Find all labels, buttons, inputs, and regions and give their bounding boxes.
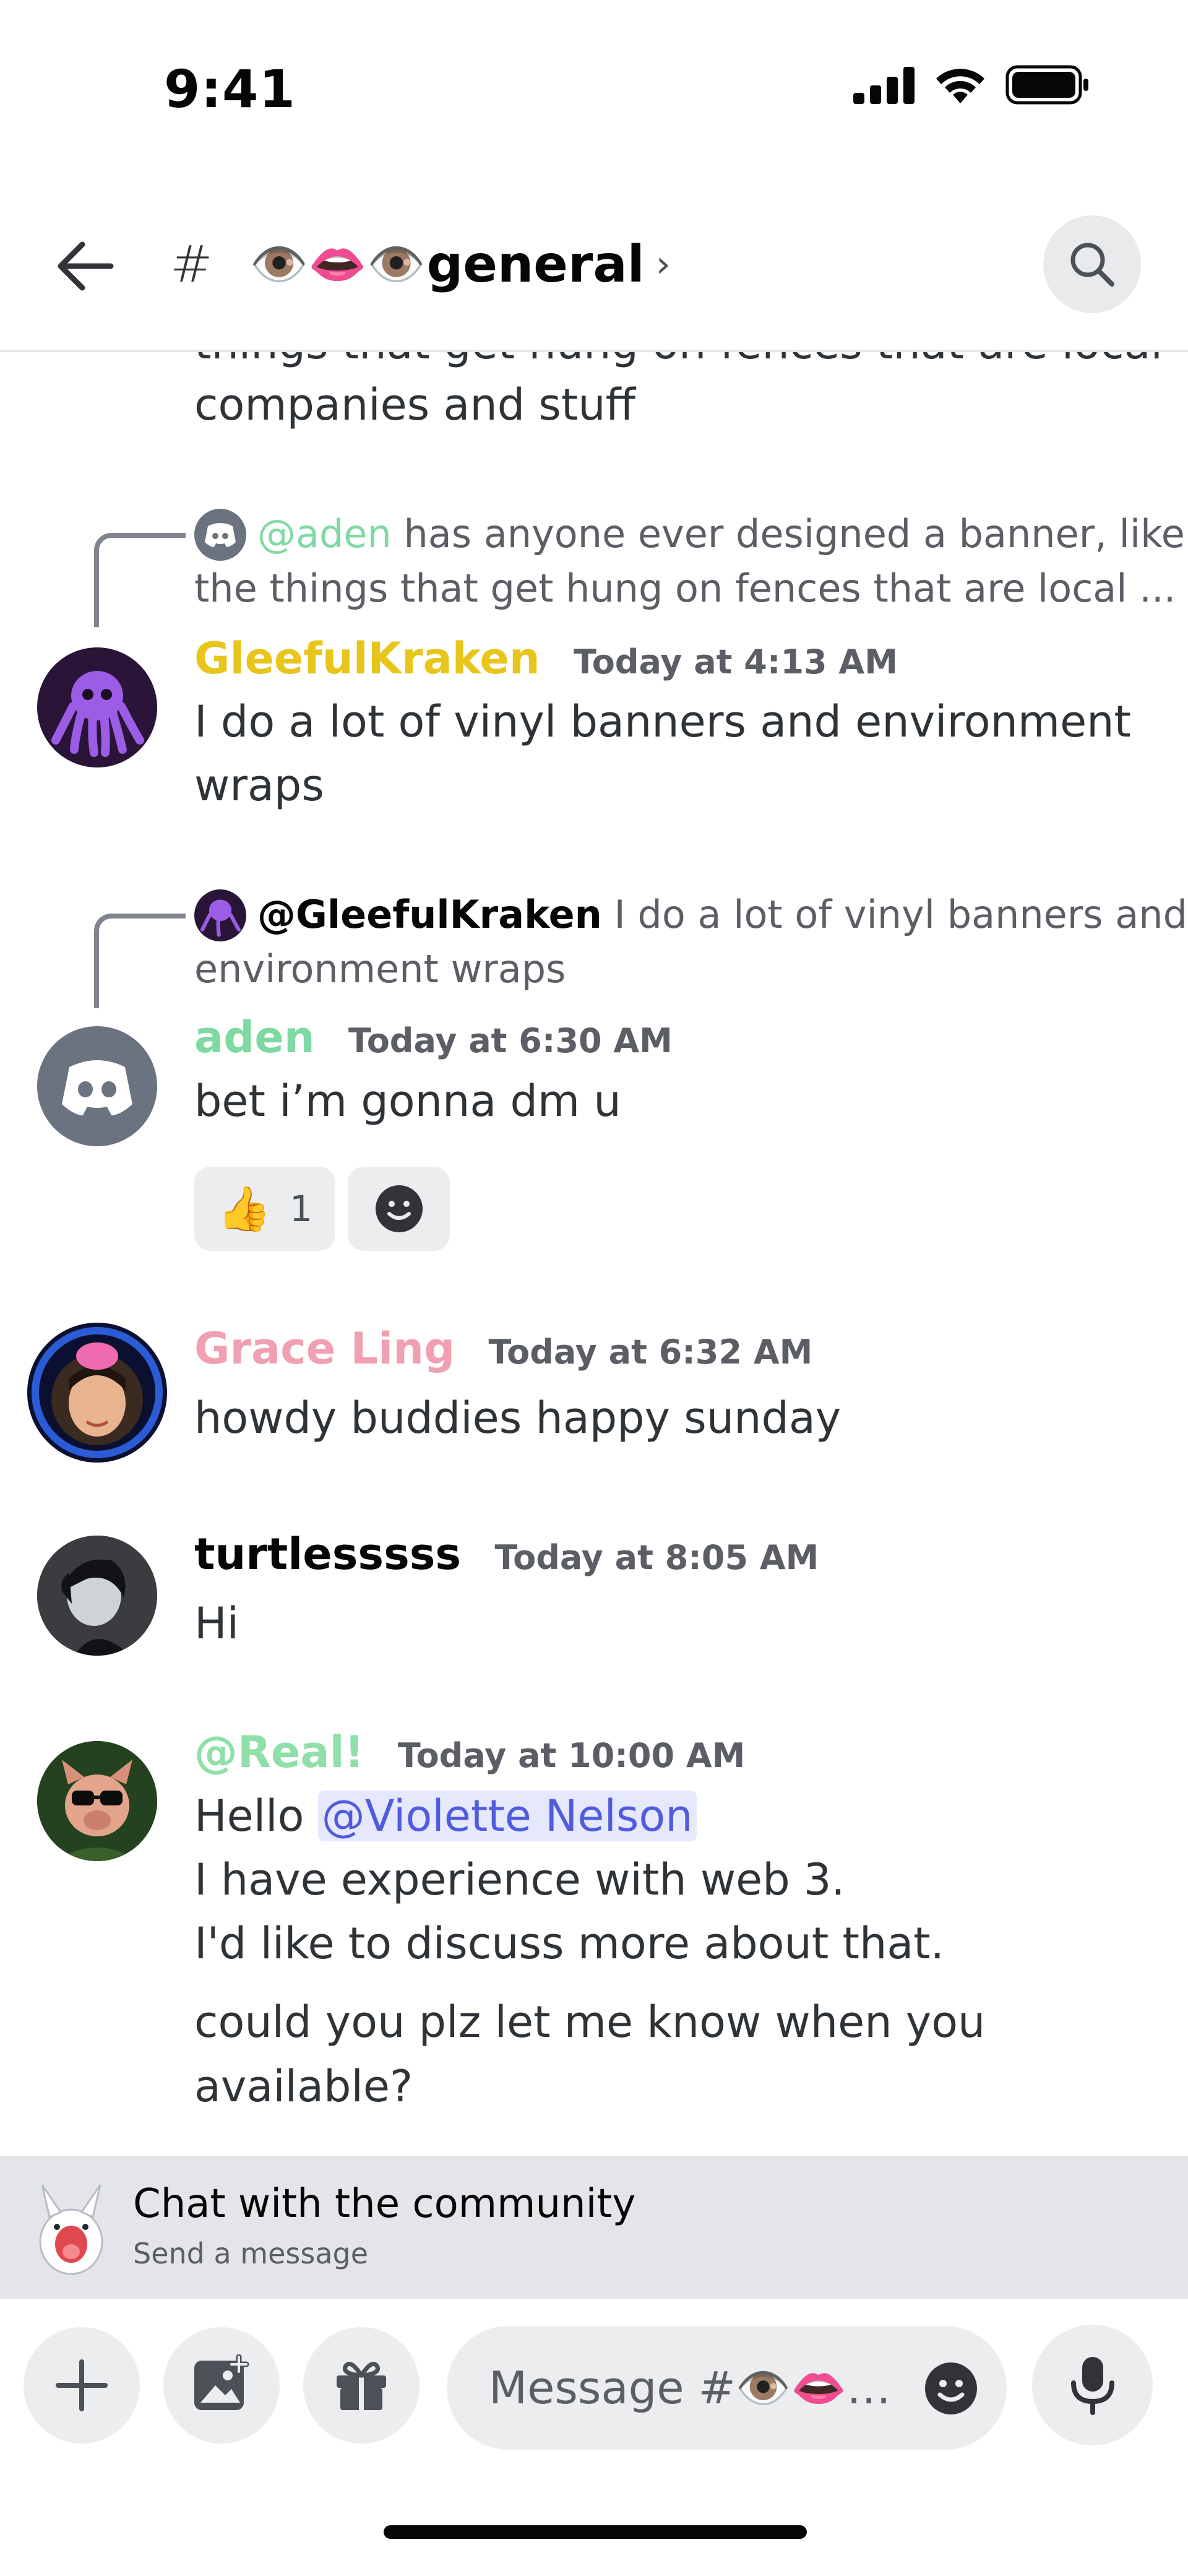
community-banner[interactable]: Chat with the community Send a message [0,2156,1188,2299]
user-photo-avatar-icon [32,1327,163,1458]
reply-snippet-line2: the things that get hung on fences that … [194,566,1176,611]
channel-header: # 👁️👄👁️ general › [0,186,1188,352]
reply-avatar [194,509,246,561]
reply-snippet: has anyone ever designed a banner, like [403,511,1185,556]
octopus-avatar-icon [200,899,241,937]
search-button[interactable] [1043,215,1141,313]
add-reaction-button[interactable] [348,1167,450,1251]
image-upload-button[interactable] [163,2327,280,2444]
community-subtitle: Send a message [133,2237,369,2270]
timestamp: Today at 4:13 AM [574,642,898,681]
reply-connector [94,533,186,627]
add-attachment-button[interactable] [24,2327,140,2444]
signal-icon [853,67,915,104]
channel-emoji: 👁️👄👁️ [249,236,426,292]
message-composer: Message #👁️👄… [0,2299,1188,2576]
search-icon [1070,243,1114,287]
message-text-prefix: Hello [194,1791,304,1841]
message-text: could you plz let me know when you avail… [194,1997,986,2112]
user-mention[interactable]: @Violette Nelson [317,1791,697,1841]
gift-button[interactable] [303,2327,420,2444]
reply-snippet: I do a lot of vinyl banners and [614,892,1187,937]
message-text: I have experience with web 3. [194,1854,845,1905]
author-name-text: turtlesssss [194,1529,462,1580]
user-photo-avatar-icon [37,1741,157,1861]
author-name[interactable]: aden Today at 6:30 AM [194,1009,673,1069]
channel-hash-icon: # [170,235,213,294]
channel-title[interactable]: # 👁️👄👁️ general › [170,230,671,298]
octopus-avatar-icon [51,671,144,757]
plus-icon [56,2359,108,2411]
reaction-count: 1 [290,1188,313,1230]
reply-snippet-line2: environment wraps [194,946,566,992]
gift-icon [337,2361,386,2410]
microphone-icon [1070,2356,1114,2415]
discord-logo-icon [62,1060,132,1115]
message-text: bet i’m gonna dm u [194,1076,621,1126]
status-icons [853,65,1089,105]
reply-author: @aden [257,511,392,556]
back-arrow-icon [58,241,114,291]
message-text: companies and stuff [194,379,635,430]
reply-avatar [194,889,246,941]
reply-connector [94,914,186,1008]
message-input[interactable]: Message #👁️👄… [447,2326,1007,2450]
reply-preview[interactable]: @aden has anyone ever designed a banner,… [194,507,1185,561]
author-name-text: Grace Ling [194,1323,455,1374]
message-text: I do a lot of vinyl banners and environm… [194,696,1131,747]
message-text: wraps [194,760,324,811]
reply-author: @GleefulKraken [257,892,602,937]
chevron-right-icon: › [655,243,671,286]
wifi-icon [936,69,984,103]
reaction-thumbs-up[interactable]: 👍 1 [194,1167,335,1251]
message-text: I'd like to discuss more about that. [194,1918,944,1969]
image-icon [194,2354,249,2410]
user-photo-avatar-icon [37,1536,157,1656]
reply-preview[interactable]: @GleefulKraken I do a lot of vinyl banne… [194,888,1187,942]
thumbs-up-icon: 👍 [217,1183,272,1234]
author-name[interactable]: Grace Ling Today at 6:32 AM [194,1321,812,1380]
back-button[interactable] [51,232,119,300]
message-input-placeholder: Message #👁️👄… [489,2361,892,2414]
battery-icon [1005,65,1088,105]
community-title: Chat with the community [133,2181,636,2227]
message-list[interactable]: things that get hung on fences that are … [0,352,1188,2156]
message-text: howdy buddies happy sunday [194,1393,842,1443]
message-text: Hi [194,1598,239,1649]
smiley-icon [375,1185,423,1232]
author-name-text: aden [194,1012,315,1063]
status-bar: 9:41 [0,0,1188,173]
avatar[interactable] [37,647,157,767]
channel-name: general [426,235,645,294]
timestamp: Today at 8:05 AM [494,1538,819,1577]
voice-message-button[interactable] [1032,2325,1153,2445]
discord-logo-icon [205,523,236,547]
emoji-picker-icon[interactable] [923,2360,979,2417]
avatar[interactable] [37,1026,157,1146]
home-indicator [384,2525,807,2539]
author-name[interactable]: GleefulKraken Today at 4:13 AM [194,631,898,690]
timestamp: Today at 6:32 AM [488,1333,813,1372]
avatar[interactable] [27,1323,167,1463]
timestamp: Today at 10:00 AM [397,1736,746,1775]
author-name[interactable]: turtlesssss Today at 8:05 AM [194,1526,819,1586]
author-name[interactable]: @Real! Today at 10:00 AM [194,1724,745,1784]
timestamp: Today at 6:30 AM [348,1021,673,1060]
status-time: 9:41 [164,59,296,119]
avatar[interactable] [37,1536,157,1656]
author-name-text: @Real! [194,1727,364,1778]
author-name-text: GleefulKraken [194,633,540,684]
avatar[interactable] [37,1741,157,1861]
message-text: Hello @Violette Nelson [194,1784,697,1848]
wumpus-mascot-icon [39,2184,103,2275]
